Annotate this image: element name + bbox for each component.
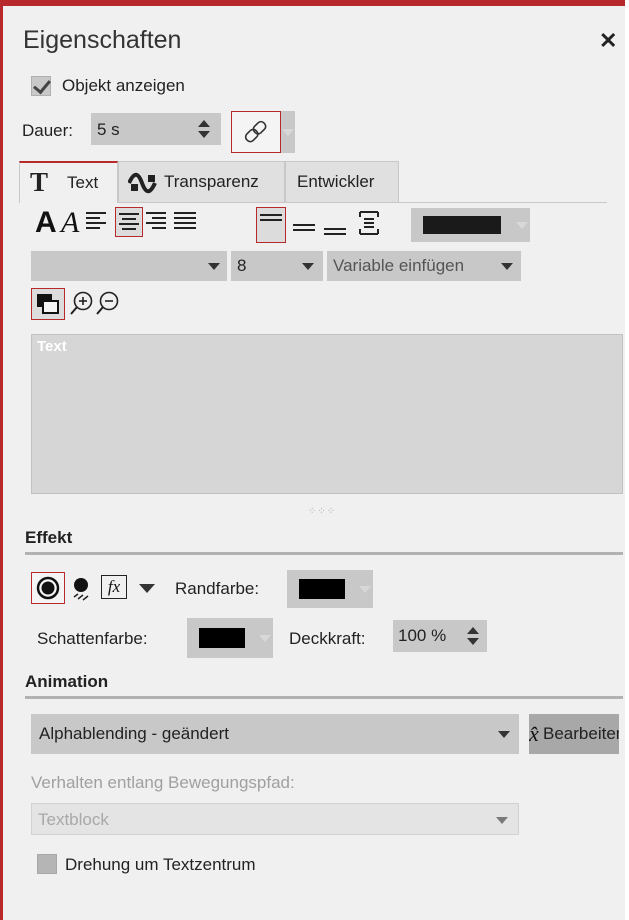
animation-select[interactable]: Alphablending - geändert [31,714,519,754]
chevron-down-icon [516,222,528,229]
zoom-in-icon[interactable] [70,291,94,317]
font-family-select[interactable] [31,251,227,281]
effect-section-divider [25,552,623,555]
shadow-color-label: Schattenfarbe: [37,629,148,648]
chevron-down-icon [259,635,271,642]
stepper-arrows-icon[interactable] [198,120,210,138]
link-icon [244,120,267,143]
tab-text-label: Text [67,173,99,192]
align-justify-icon[interactable] [174,211,198,233]
duration-value: 5 s [97,120,120,139]
font-size-value: 8 [237,256,247,275]
chevron-down-icon [302,263,314,270]
layers-icon [37,294,59,314]
variable-insert-placeholder: Variable einfügen [333,256,465,275]
tab-developer[interactable]: Entwickler [285,161,399,203]
border-color-picker[interactable] [287,570,357,608]
show-object-label: Objekt anzeigen [62,76,185,95]
path-behavior-value: Textblock [38,810,109,829]
align-center-icon[interactable] [115,207,143,237]
outline-icon [36,576,60,600]
chevron-down-icon [208,263,220,270]
chevron-down-icon [496,817,508,824]
bold-icon[interactable]: A [35,206,57,240]
shadow-color-swatch [199,628,245,648]
show-object-checkbox[interactable] [31,76,51,96]
opacity-stepper[interactable]: 100 % [393,620,487,652]
italic-icon[interactable]: A [61,206,79,240]
fx-dropdown-icon[interactable] [139,584,155,593]
border-color-dropdown[interactable] [357,570,373,608]
shadow-icon[interactable] [71,576,93,602]
opacity-label: Deckkraft: [289,629,366,648]
animation-edit-button[interactable]: x̂ Bearbeiten [529,714,619,754]
zoom-out-icon[interactable] [96,291,120,317]
chevron-down-icon [501,263,513,270]
text-t-icon: T [30,167,49,197]
animation-section-divider [25,696,623,699]
properties-panel: Eigenschaften ✕ Objekt anzeigen Dauer: 5… [0,0,625,920]
text-editor[interactable]: Text [31,334,623,494]
stepper-arrows-icon[interactable] [467,627,479,645]
layout-toggle-button[interactable] [31,288,65,320]
tab-transparency-label: Transparenz [164,172,259,191]
border-color-label: Randfarbe: [175,579,260,598]
valign-bottom-icon[interactable] [324,228,348,238]
panel-title: Eigenschaften [23,26,182,54]
text-editor-content: Text [37,338,67,355]
shadow-color-dropdown[interactable] [257,618,273,658]
border-color-swatch [299,579,345,599]
variable-insert-select[interactable]: Variable einfügen [327,251,521,281]
valign-middle-icon[interactable] [293,224,317,234]
tab-text[interactable]: T Text [19,161,118,203]
tab-transparency[interactable]: Transparenz [118,161,285,203]
formula-x-icon: x̂ [529,721,539,746]
transparency-icon [128,172,157,194]
path-behavior-label: Verhalten entlang Bewegungspfad: [31,773,295,792]
text-color-dropdown[interactable] [514,208,530,242]
rotate-around-center-label: Drehung um Textzentrum [65,855,256,874]
fit-text-icon[interactable] [358,211,382,235]
opacity-value: 100 % [398,626,447,645]
link-button[interactable] [231,111,281,153]
valign-top-icon[interactable] [256,207,286,243]
duration-stepper[interactable]: 5 s [91,113,221,145]
animation-edit-label: Bearbeiten [543,724,619,743]
resize-grip-icon[interactable]: ⁘⁘⁘ [308,506,336,517]
animation-section-title: Animation [25,672,109,691]
path-behavior-select[interactable]: Textblock [31,803,519,835]
fx-effect-icon[interactable]: fx [101,575,127,599]
link-dropdown[interactable] [281,111,295,153]
tab-developer-label: Entwickler [297,172,375,191]
text-color-picker[interactable] [411,208,514,242]
chevron-down-icon [498,731,510,738]
close-icon[interactable]: ✕ [599,28,617,54]
rotate-around-center-checkbox[interactable] [37,854,57,874]
animation-select-value: Alphablending - geändert [39,724,229,743]
duration-label: Dauer: [22,121,74,140]
text-color-swatch [423,216,501,234]
align-right-icon[interactable] [146,211,168,233]
font-size-select[interactable]: 8 [231,251,323,281]
chevron-down-icon [359,586,371,593]
effect-section-title: Effekt [25,528,73,547]
align-left-icon[interactable] [86,211,108,233]
chevron-down-icon [282,129,294,136]
outline-effect-button[interactable] [31,572,65,604]
shadow-color-picker[interactable] [187,618,257,658]
